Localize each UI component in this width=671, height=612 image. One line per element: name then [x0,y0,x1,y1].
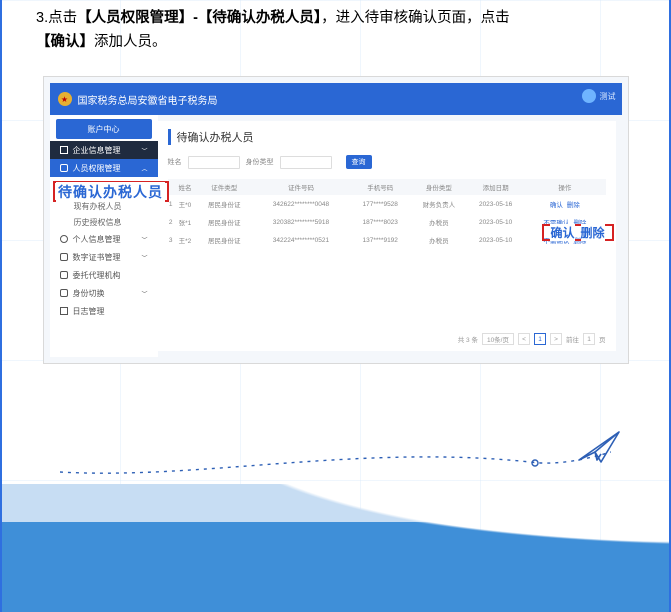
log-icon [60,307,68,315]
chevron-up-icon: ︿ [141,164,147,173]
filter-input-type[interactable] [280,156,332,169]
avatar-icon [582,89,596,103]
page-title: 待确认办税人员 [168,129,606,145]
delete-link[interactable]: 删除 [567,202,580,209]
delete-link[interactable]: 删除 [573,238,586,245]
confirm-link[interactable]: 确认 [550,202,563,209]
sidebar-item-cert[interactable]: 数字证书管理﹀ [50,248,158,266]
filter-bar: 姓名 身份类型 查询 [168,155,606,169]
permission-icon [60,164,68,172]
pagination: 共 3 条 10条/页 < 1 > 前往 1 页 [458,333,606,345]
sidebar-item-permission[interactable]: 人员权限管理 ︿ [50,159,158,177]
sidebar-item-log[interactable]: 日志管理 [50,302,158,320]
company-icon [60,146,68,154]
gov-emblem-icon: ★ [58,92,72,106]
instruction-text: 3.点击【人员权限管理】-【待确认办税人员】，进入待审核确认页面，点击 【确认】… [0,0,671,54]
pager-next[interactable]: > [550,333,562,345]
app-topbar: ★ 国家税务总局安徽省电子税务局 测试 [50,83,622,115]
screenshot-frame: ★ 国家税务总局安徽省电子税务局 测试 账户中心 企业信息管理 ﹀ 人员权限管理… [43,76,629,364]
filter-input-name[interactable] [188,156,240,169]
table-row: 1王*0居民身份证342622********0048177****9528财务… [168,195,606,213]
user-name: 测试 [600,91,616,102]
query-button[interactable]: 查询 [346,155,372,169]
bold-path: 【人员权限管理】-【待确认办税人员】 [77,10,321,26]
table-header-row: 姓名 证件类型 证件号码 手机号码 身份类型 添加日期 操作 [168,179,606,195]
bold-confirm: 【确认】 [36,34,94,50]
delete-link[interactable]: 删除 [573,220,586,227]
sidebar-tab-account[interactable]: 账户中心 [56,119,152,139]
sidebar-item-agent[interactable]: 委托代理机构 [50,266,158,284]
noaction-link[interactable]: 不需确认 [543,220,569,227]
footer-wave-dark [0,522,671,612]
dashed-path-decor [60,450,611,480]
sidebar-sub-existing[interactable]: 现有办税人员 [50,198,158,214]
pager-page-1[interactable]: 1 [534,333,546,345]
pager-goto-label: 前往 [566,334,579,344]
table-row: 2张*1居民身份证320382********5918187****8023办税… [168,213,606,231]
sidebar-item-switch[interactable]: 身份切换﹀ [50,284,158,302]
main-panel: 待确认办税人员 姓名 身份类型 查询 姓名 证件类型 证件号码 手机号码 [158,121,616,351]
step-number: 3. [36,10,48,26]
sidebar-item-company-info[interactable]: 企业信息管理 ﹀ [50,141,158,159]
pager-unit: 页 [599,334,606,344]
table-row: 3王*2居民身份证342224********0521137****9192办税… [168,231,606,249]
agent-icon [60,271,68,279]
cert-icon [60,253,68,261]
app-title: 国家税务总局安徽省电子税务局 [78,92,218,107]
sidebar-sub-history[interactable]: 历史授权信息 [50,214,158,230]
sidebar-item-personal[interactable]: 个人信息管理﹀ [50,230,158,248]
chevron-down-icon: ﹀ [141,146,147,155]
noaction-link[interactable]: 不需确认 [543,238,569,245]
data-table: 姓名 证件类型 证件号码 手机号码 身份类型 添加日期 操作 1王*0居民身份证… [168,179,606,249]
person-icon [60,235,68,243]
sidebar: 账户中心 企业信息管理 ﹀ 人员权限管理 ︿ 现有办税人员 历史授权信息 个人信… [50,115,158,357]
pager-total: 共 3 条 [458,334,478,344]
pager-size-select[interactable]: 10条/页 [482,333,514,345]
pager-goto-input[interactable]: 1 [583,333,595,345]
filter-label-name: 姓名 [168,157,182,167]
filter-label-type: 身份类型 [246,157,274,167]
pager-prev[interactable]: < [518,333,530,345]
switch-icon [60,289,68,297]
paper-plane-icon [577,430,621,464]
